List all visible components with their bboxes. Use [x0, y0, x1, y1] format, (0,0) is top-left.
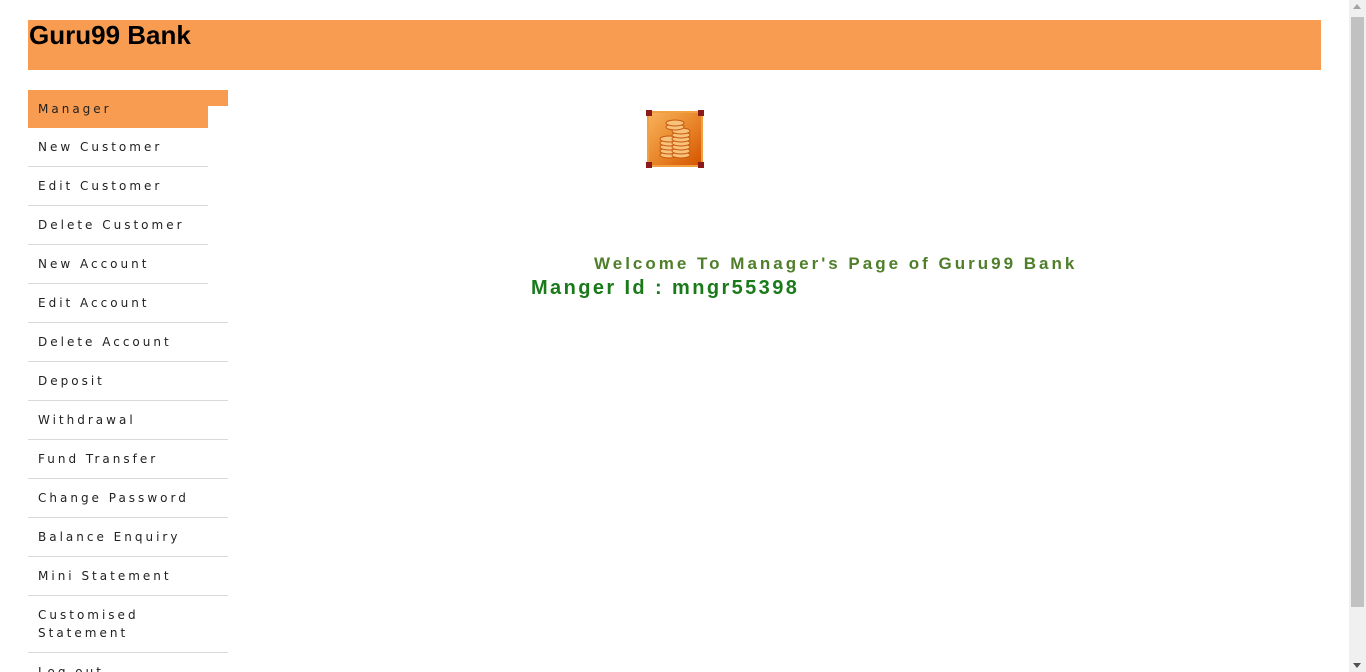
manager-id-text: Manger Id : mngr55398	[531, 277, 800, 299]
menu-item-edit-account[interactable]: Edit Account	[28, 284, 228, 323]
bank-title: Guru99 Bank	[29, 20, 191, 50]
scroll-down-icon[interactable]	[1353, 663, 1361, 668]
sidebar-menu: Manager New Customer Edit Customer Delet…	[28, 90, 228, 672]
page: Guru99 Bank Manager New Customer Edit Cu…	[0, 0, 1366, 672]
menu-item-manager[interactable]: Manager	[28, 90, 208, 128]
menu-item-log-out[interactable]: Log out	[28, 653, 228, 672]
menu-item-withdrawal[interactable]: Withdrawal	[28, 401, 228, 440]
logo-corner	[646, 110, 652, 116]
welcome-message: Welcome To Manager's Page of Guru99 Bank	[594, 254, 1078, 273]
header-bar: Guru99 Bank	[28, 20, 1321, 70]
scroll-thumb[interactable]	[1351, 17, 1364, 607]
menu-item-delete-customer[interactable]: Delete Customer	[28, 206, 208, 245]
menu-item-new-customer[interactable]: New Customer	[28, 128, 208, 167]
vertical-scrollbar[interactable]	[1349, 0, 1366, 672]
menu-item-customised-statement[interactable]: Customised Statement	[28, 596, 228, 653]
logo-corner	[698, 110, 704, 116]
coin-stack-graphic	[659, 119, 691, 159]
menu-item-delete-account[interactable]: Delete Account	[28, 323, 228, 362]
menu-item-customised-statement-label: Customised Statement	[38, 608, 139, 640]
logo-corner	[698, 162, 704, 168]
menu-item-change-password[interactable]: Change Password	[28, 479, 228, 518]
scroll-up-icon[interactable]	[1353, 4, 1361, 9]
menu-item-mini-statement[interactable]: Mini Statement	[28, 557, 228, 596]
menu-item-deposit[interactable]: Deposit	[28, 362, 228, 401]
menu-item-fund-transfer[interactable]: Fund Transfer	[28, 440, 228, 479]
menu-item-edit-customer[interactable]: Edit Customer	[28, 167, 208, 206]
menu-item-balance-enquiry[interactable]: Balance Enquiry	[28, 518, 228, 557]
logo-corner	[646, 162, 652, 168]
coin-stack-icon	[646, 110, 704, 168]
menu-item-new-account[interactable]: New Account	[28, 245, 208, 284]
